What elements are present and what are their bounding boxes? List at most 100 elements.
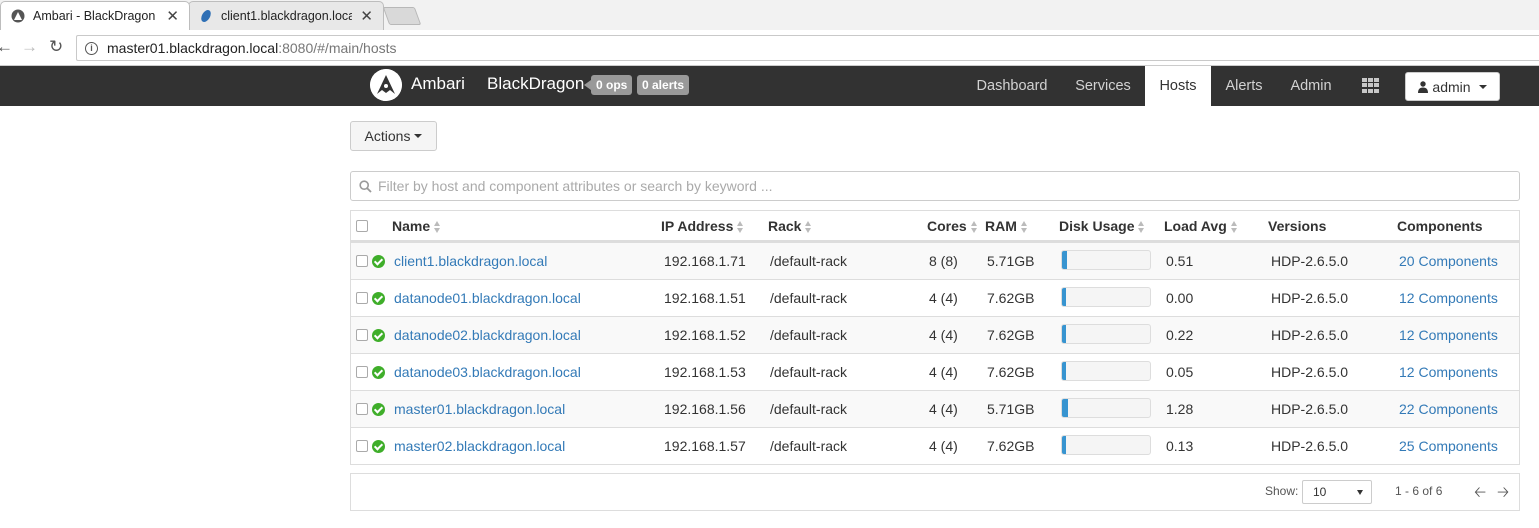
host-ram: 7.62GB bbox=[987, 290, 1035, 306]
sort-icon[interactable] bbox=[434, 221, 441, 234]
actions-label: Actions bbox=[364, 128, 411, 144]
host-filter-input[interactable] bbox=[378, 178, 1478, 194]
site-info-icon[interactable]: i bbox=[85, 41, 98, 55]
reload-icon[interactable]: ↻ bbox=[49, 37, 63, 57]
previous-page-arrow-icon[interactable]: 🡠 bbox=[1474, 482, 1486, 507]
host-components-link[interactable]: 20 Components bbox=[1399, 253, 1498, 269]
views-grid-icon[interactable] bbox=[1362, 78, 1379, 93]
alerts-badge[interactable]: 0 alerts bbox=[637, 75, 690, 95]
user-menu-button[interactable]: admin bbox=[1405, 72, 1500, 101]
host-ram: 7.62GB bbox=[987, 327, 1035, 343]
disk-usage-bar bbox=[1061, 287, 1151, 307]
row-checkbox[interactable] bbox=[356, 255, 368, 267]
sort-icon[interactable] bbox=[970, 221, 978, 234]
ambari-logo-icon[interactable] bbox=[370, 69, 402, 101]
forward-arrow-icon[interactable]: → bbox=[21, 37, 38, 57]
column-header-ip[interactable]: IP Address bbox=[661, 218, 744, 234]
check-circle-icon bbox=[372, 329, 385, 342]
table-row: datanode03.blackdragon.local 192.168.1.53… bbox=[351, 353, 1519, 390]
disk-usage-fill bbox=[1062, 288, 1066, 306]
row-checkbox[interactable] bbox=[356, 292, 368, 304]
url-path: :8080/#/main/hosts bbox=[278, 40, 397, 56]
brand-name[interactable]: Ambari bbox=[411, 74, 465, 94]
host-name-link[interactable]: datanode01.blackdragon.local bbox=[394, 290, 581, 306]
host-name-link[interactable]: datanode03.blackdragon.local bbox=[394, 364, 581, 380]
nav-admin[interactable]: Admin bbox=[1281, 66, 1341, 106]
check-circle-icon bbox=[372, 255, 385, 268]
sort-icon[interactable] bbox=[1230, 221, 1238, 234]
column-header-ram[interactable]: RAM bbox=[985, 218, 1028, 234]
host-components-link[interactable]: 12 Components bbox=[1399, 364, 1498, 380]
host-filter-box[interactable] bbox=[350, 171, 1520, 201]
row-checkbox[interactable] bbox=[356, 440, 368, 452]
sort-icon[interactable] bbox=[1138, 221, 1145, 234]
browser-tab-label: client1.blackdragon.local bbox=[221, 9, 353, 23]
nav-alerts[interactable]: Alerts bbox=[1214, 66, 1274, 106]
host-version: HDP-2.6.5.0 bbox=[1271, 438, 1349, 454]
host-ram: 7.62GB bbox=[987, 364, 1035, 380]
column-header-load-avg[interactable]: Load Avg bbox=[1164, 218, 1238, 234]
host-components-link[interactable]: 22 Components bbox=[1399, 401, 1498, 417]
host-name-link[interactable]: master01.blackdragon.local bbox=[394, 401, 565, 417]
table-header: Name IP Address Rack Cores RAM Disk Usag… bbox=[351, 211, 1519, 242]
next-page-arrow-icon[interactable]: 🡢 bbox=[1497, 482, 1509, 507]
column-header-rack[interactable]: Rack bbox=[768, 218, 812, 234]
close-tab-icon[interactable]: ✕ bbox=[360, 7, 373, 25]
host-components-link[interactable]: 25 Components bbox=[1399, 438, 1498, 454]
ops-badge[interactable]: 0 ops bbox=[583, 75, 633, 95]
column-header-disk-usage[interactable]: Disk Usage bbox=[1059, 218, 1145, 234]
browser-tab-client1[interactable]: client1.blackdragon.local ✕ bbox=[188, 1, 384, 30]
host-cores: 4 (4) bbox=[929, 438, 958, 454]
host-ram: 5.71GB bbox=[987, 401, 1035, 417]
disk-usage-fill bbox=[1062, 436, 1066, 454]
row-checkbox[interactable] bbox=[356, 366, 368, 378]
sort-icon[interactable] bbox=[737, 221, 744, 234]
disk-usage-bar bbox=[1061, 435, 1151, 455]
host-load-avg: 0.51 bbox=[1166, 253, 1194, 269]
host-components-link[interactable]: 12 Components bbox=[1399, 327, 1498, 343]
check-circle-icon bbox=[372, 403, 385, 416]
host-rack: /default-rack bbox=[770, 401, 848, 417]
select-all-checkbox[interactable] bbox=[356, 220, 368, 232]
close-tab-icon[interactable]: ✕ bbox=[166, 7, 179, 25]
user-name: admin bbox=[1432, 78, 1471, 95]
host-ip: 192.168.1.52 bbox=[664, 327, 746, 343]
page-size-select[interactable]: 10 bbox=[1302, 480, 1372, 504]
table-body: client1.blackdragon.local 192.168.1.71/de… bbox=[351, 242, 1519, 464]
table-row: datanode02.blackdragon.local 192.168.1.52… bbox=[351, 316, 1519, 353]
back-arrow-icon[interactable]: ← bbox=[0, 37, 13, 57]
browser-tab-ambari[interactable]: Ambari - BlackDragon ✕ bbox=[0, 1, 190, 30]
host-ip: 192.168.1.53 bbox=[664, 364, 746, 380]
nav-hosts[interactable]: Hosts bbox=[1145, 66, 1211, 106]
url-field[interactable]: i master01.blackdragon.local:8080/#/main… bbox=[76, 35, 1539, 61]
row-checkbox[interactable] bbox=[356, 403, 368, 415]
disk-usage-bar bbox=[1061, 361, 1151, 381]
disk-usage-fill bbox=[1062, 362, 1066, 380]
actions-button[interactable]: Actions bbox=[350, 121, 437, 151]
host-components-link[interactable]: 12 Components bbox=[1399, 290, 1498, 306]
column-header-cores[interactable]: Cores bbox=[927, 218, 978, 234]
host-cores: 4 (4) bbox=[929, 327, 958, 343]
column-header-components: Components bbox=[1397, 218, 1483, 234]
url-host: master01.blackdragon.local bbox=[107, 40, 279, 56]
row-checkbox[interactable] bbox=[356, 329, 368, 341]
host-ram: 5.71GB bbox=[987, 253, 1035, 269]
host-rack: /default-rack bbox=[770, 364, 848, 380]
table-row: master01.blackdragon.local 192.168.1.56/d… bbox=[351, 390, 1519, 427]
host-ip: 192.168.1.56 bbox=[664, 401, 746, 417]
nav-dashboard[interactable]: Dashboard bbox=[966, 66, 1058, 106]
check-circle-icon bbox=[372, 440, 385, 453]
ambari-navbar: Ambari BlackDragon 0 ops 0 alerts Dashbo… bbox=[0, 66, 1539, 106]
nav-services[interactable]: Services bbox=[1064, 66, 1142, 106]
host-rack: /default-rack bbox=[770, 327, 848, 343]
host-name-link[interactable]: datanode02.blackdragon.local bbox=[394, 327, 581, 343]
table-footer: Show: 10 1 - 6 of 6 🡠 🡢 bbox=[350, 473, 1520, 511]
column-header-name[interactable]: Name bbox=[392, 218, 441, 234]
host-name-link[interactable]: master02.blackdragon.local bbox=[394, 438, 565, 454]
cluster-name[interactable]: BlackDragon bbox=[487, 74, 584, 94]
sort-icon[interactable] bbox=[1020, 221, 1028, 234]
sort-icon[interactable] bbox=[805, 221, 812, 234]
disk-usage-bar bbox=[1061, 324, 1151, 344]
host-name-link[interactable]: client1.blackdragon.local bbox=[394, 253, 547, 269]
new-tab-button[interactable] bbox=[382, 7, 422, 25]
